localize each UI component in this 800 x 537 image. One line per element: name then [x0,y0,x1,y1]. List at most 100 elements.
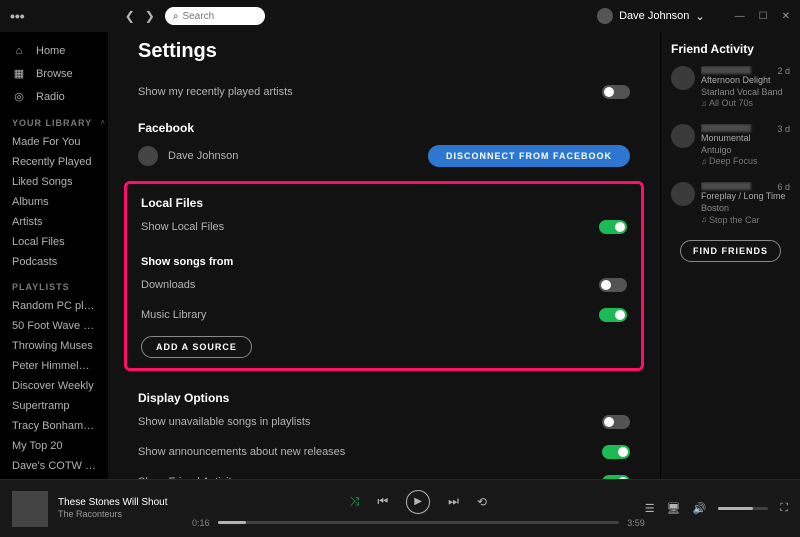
friend-time: 6 d [777,182,790,192]
friend-name [701,124,751,132]
shuffle-button[interactable]: ⤨ [350,494,360,509]
local-files-highlight: Local Files Show Local Files Show songs … [124,181,644,371]
sidebar-playlist-item[interactable]: Peter Himmelman [0,356,108,376]
setting-label: Show unavailable songs in playlists [138,416,310,428]
chevron-down-icon: ⌄ [695,10,704,23]
friend-time: 3 d [777,124,790,134]
library-header: YOUR LIBRARY [0,108,108,132]
sidebar-playlist-item[interactable]: Tracy Bonham – Th… [0,416,108,436]
toggle-unavailable[interactable] [602,415,630,429]
sidebar-playlist-item[interactable]: Throwing Muses [0,336,108,356]
chevron-up-icon[interactable]: ˄ [100,118,105,127]
home-icon: ⌂ [12,45,26,57]
sidebar-playlist-item[interactable]: Dave's COTW play… [0,456,108,476]
search-input[interactable] [182,11,242,22]
toggle-friend-activity[interactable] [602,475,630,479]
close-button[interactable]: ✕ [782,11,790,22]
username: Dave Johnson [619,10,689,22]
album-art[interactable] [12,491,48,527]
sidebar-item-home[interactable]: ⌂ Home [0,40,108,62]
radio-icon: ◎ [12,90,26,103]
friend-avatar [671,182,695,206]
volume-icon[interactable]: 🔊 [693,502,707,515]
friend-name [701,182,751,190]
sidebar-item-radio[interactable]: ◎ Radio [0,85,108,108]
player-bar: These Stones Will Shout The Raconteurs ⤨… [0,479,800,537]
setting-label: Music Library [141,309,206,321]
track-artist[interactable]: The Raconteurs [58,509,168,521]
sidebar-playlist-item[interactable]: My Top 20 [0,436,108,456]
search-box[interactable]: ⌕ [165,7,265,25]
toggle-announcements[interactable] [602,445,630,459]
avatar [597,8,613,24]
search-icon: ⌕ [173,11,179,22]
friend-activity-header: Friend Activity [671,42,790,56]
sidebar-library-item[interactable]: Local Files [0,232,108,252]
sidebar-playlist-item[interactable]: Supertramp [0,396,108,416]
music-note-icon: ♫ [701,157,707,167]
music-note-icon: ♫ [701,215,707,225]
devices-icon[interactable]: 🖥 [667,502,681,515]
menu-dots-icon[interactable]: ••• [10,8,25,24]
sidebar-playlist-item[interactable]: iTunes [0,476,108,479]
minimize-button[interactable]: — [735,11,745,22]
friend-item[interactable]: Afternoon DelightStarland Vocal Band♫ Al… [671,66,790,110]
friend-artist: Starland Vocal Band [701,87,790,99]
find-friends-button[interactable]: FIND FRIENDS [680,240,781,262]
sidebar: ⌂ Home ▦ Browse ◎ Radio YOUR LIBRARY ˄ Made… [0,32,108,479]
setting-label: Show announcements about new releases [138,446,345,458]
previous-button[interactable]: ⏮ [377,494,388,509]
sidebar-library-item[interactable]: Podcasts [0,252,108,272]
user-menu[interactable]: Dave Johnson ⌄ [597,8,705,24]
friend-song: Foreplay / Long Time [701,191,790,203]
sidebar-library-item[interactable]: Albums [0,192,108,212]
toggle-downloads[interactable] [599,278,627,292]
toggle-recently-played[interactable] [602,85,630,99]
sidebar-playlist-item[interactable]: 50 Foot Wave on PC [0,316,108,336]
sidebar-playlist-item[interactable]: Random PC playlist [0,296,108,316]
sidebar-item-label: Radio [36,91,65,103]
friend-name [701,66,751,74]
friend-item[interactable]: Foreplay / Long TimeBoston♫ Stop the Car… [671,182,790,226]
setting-label: Downloads [141,279,195,291]
page-title: Settings [138,32,630,77]
progress-bar[interactable] [218,521,620,524]
queue-icon[interactable]: ☰ [645,502,655,515]
friend-artist: Antuigo [701,145,790,157]
friend-avatar [671,124,695,148]
track-title[interactable]: These Stones Will Shout [58,496,168,509]
facebook-avatar [138,146,158,166]
friend-item[interactable]: MonumentalAntuigo♫ Deep Focus3 d [671,124,790,168]
browse-icon: ▦ [12,67,26,80]
repeat-button[interactable]: ⟲ [477,495,487,509]
setting-label: Show my recently played artists [138,86,293,98]
sidebar-library-item[interactable]: Artists [0,212,108,232]
sidebar-playlist-item[interactable]: Discover Weekly [0,376,108,396]
volume-slider[interactable] [718,507,768,510]
maximize-button[interactable]: ☐ [759,11,768,22]
next-button[interactable]: ⏭ [448,494,459,509]
sidebar-item-label: Browse [36,68,73,80]
friend-playlist: ♫ All Out 70s [701,98,790,110]
sidebar-library-item[interactable]: Made For You [0,132,108,152]
friend-time: 2 d [777,66,790,76]
music-note-icon: ♫ [701,99,707,109]
friend-artist: Boston [701,203,790,215]
toggle-music-library[interactable] [599,308,627,322]
add-source-button[interactable]: ADD A SOURCE [141,336,252,358]
fullscreen-icon[interactable]: ⛶ [780,502,788,515]
forward-button[interactable]: ❯ [145,9,155,23]
playlists-header: PLAYLISTS [0,272,108,296]
sidebar-item-label: Home [36,45,65,57]
back-button[interactable]: ❮ [125,9,135,23]
play-button[interactable]: ▶ [406,490,430,514]
local-files-header: Local Files [141,194,627,212]
disconnect-facebook-button[interactable]: DISCONNECT FROM FACEBOOK [428,145,630,167]
sidebar-item-browse[interactable]: ▦ Browse [0,62,108,85]
friend-song: Afternoon Delight [701,75,790,87]
sidebar-library-item[interactable]: Liked Songs [0,172,108,192]
show-songs-from-header: Show songs from [141,242,627,270]
toggle-show-local-files[interactable] [599,220,627,234]
friend-playlist: ♫ Stop the Car [701,215,790,227]
sidebar-library-item[interactable]: Recently Played [0,152,108,172]
